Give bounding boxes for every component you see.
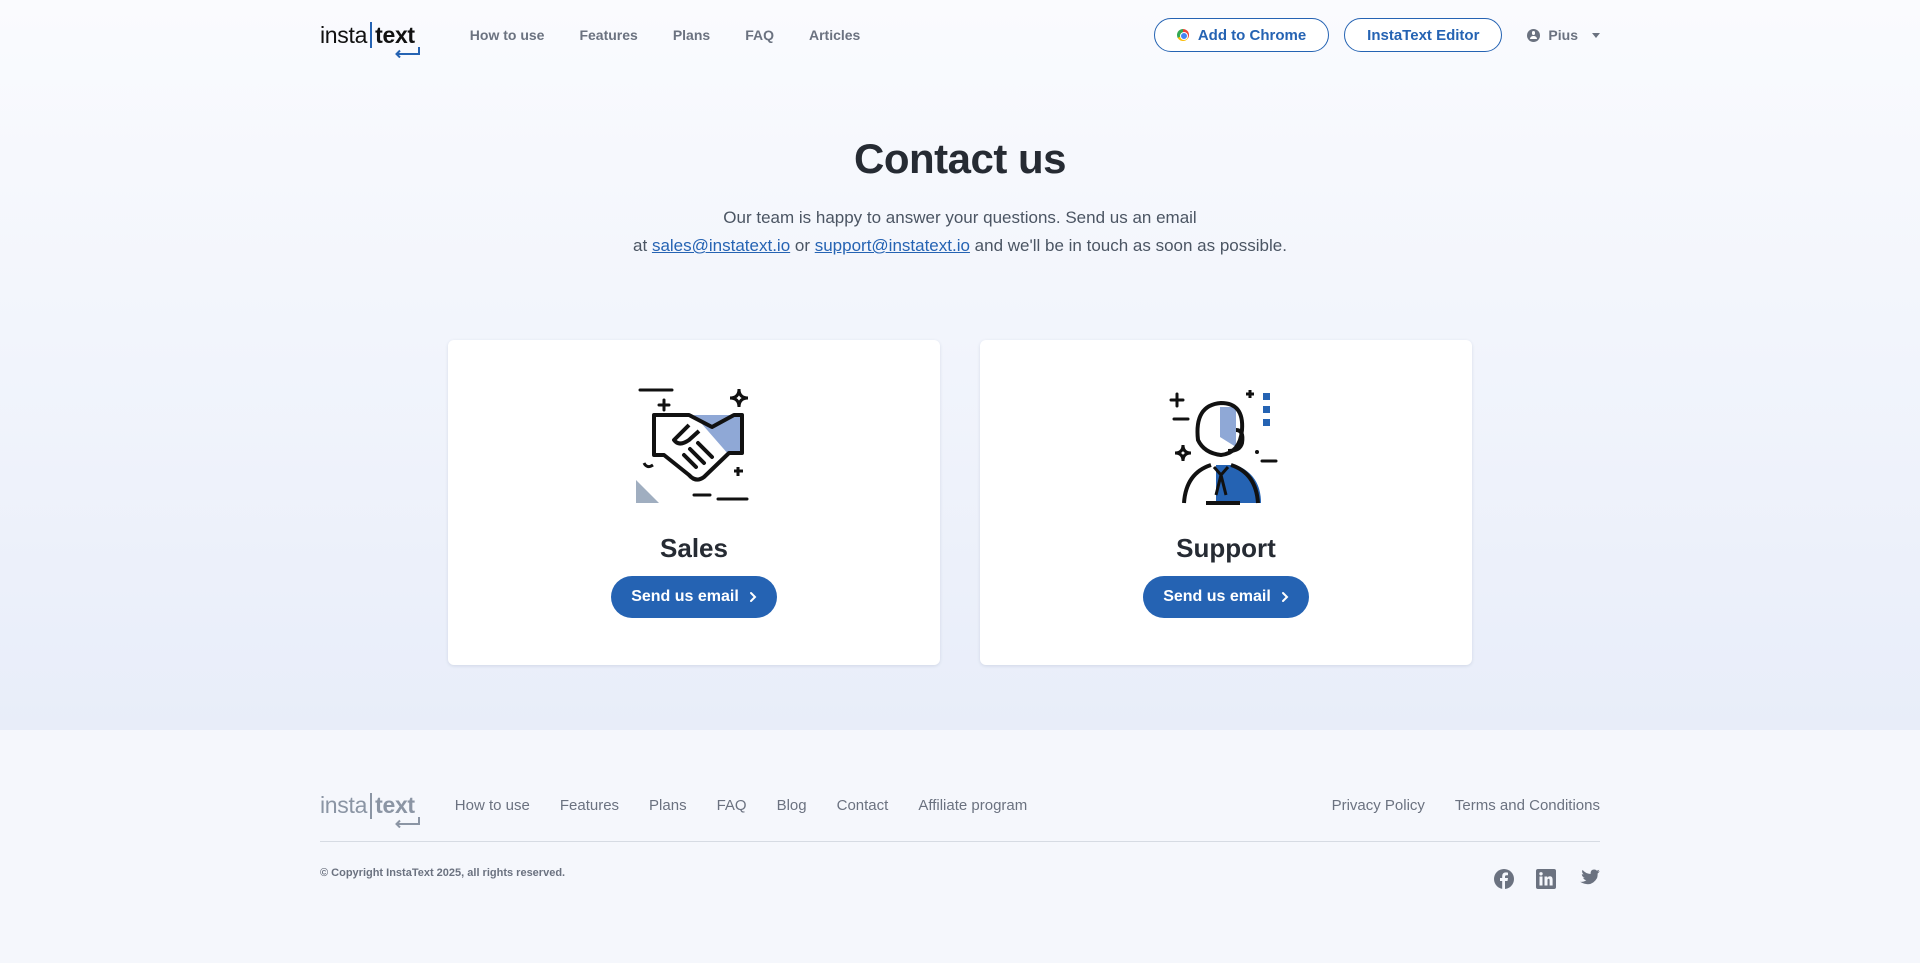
- logo-text-insta: insta: [320, 21, 368, 48]
- sales-card-title: Sales: [660, 533, 728, 563]
- support-card-title: Support: [1176, 533, 1276, 563]
- support-card: Support Send us email: [980, 340, 1472, 665]
- intro-suffix: and we'll be in touch as soon as possibl…: [969, 236, 1287, 255]
- intro-text: Our team is happy to answer your questio…: [0, 204, 1920, 260]
- support-email-link[interactable]: support@instatext.io: [815, 236, 970, 255]
- footer-logo-cursor: [370, 792, 373, 819]
- user-menu[interactable]: Pius: [1527, 27, 1600, 43]
- footer-row: insta text How to use Features Plans FAQ…: [320, 792, 1600, 828]
- logo-text-text: text: [375, 21, 415, 48]
- linkedin-icon[interactable]: [1536, 869, 1556, 894]
- logo[interactable]: insta text: [320, 21, 420, 58]
- chrome-icon: [1176, 29, 1189, 41]
- header-actions: Add to Chrome InstaText Editor Pius: [1139, 18, 1600, 52]
- logo-cursor: [370, 22, 373, 48]
- chevron-right-icon: [749, 592, 757, 602]
- intro-prefix: at: [633, 236, 652, 255]
- chevron-down-icon: [1592, 32, 1600, 38]
- sales-card: Sales Send us email: [448, 340, 940, 665]
- nav-articles[interactable]: Articles: [809, 27, 860, 43]
- sales-send-email-button[interactable]: Send us email: [611, 576, 777, 618]
- footer-logo-text-text: text: [375, 792, 415, 818]
- site-header: insta text How to use Features Plans FAQ…: [320, 0, 1600, 70]
- add-to-chrome-label: Add to Chrome: [1197, 26, 1307, 44]
- intro-or: or: [790, 236, 815, 255]
- intro-line-1: Our team is happy to answer your questio…: [723, 208, 1197, 227]
- footer-nav-faq[interactable]: FAQ: [717, 797, 747, 814]
- footer-logo-text-insta: insta: [320, 792, 368, 818]
- nav-features[interactable]: Features: [579, 27, 637, 43]
- page-title: Contact us: [853, 135, 1067, 182]
- nav-how-to-use[interactable]: How to use: [470, 27, 545, 43]
- footer-divider: [320, 841, 1600, 842]
- add-to-chrome-button[interactable]: Add to Chrome: [1153, 18, 1330, 52]
- nav-plans[interactable]: Plans: [673, 27, 710, 43]
- sales-email-link[interactable]: sales@instatext.io: [652, 236, 790, 255]
- user-name: Pius: [1548, 27, 1578, 43]
- support-send-email-button[interactable]: Send us email: [1143, 576, 1309, 618]
- enter-arrow-icon: [394, 817, 420, 828]
- terms-link[interactable]: Terms and Conditions: [1455, 797, 1600, 814]
- editor-button-label: InstaText Editor: [1367, 26, 1480, 44]
- support-agent-icon: [1169, 390, 1278, 505]
- intro-line-2: at sales@instatext.io or support@instate…: [0, 232, 1920, 260]
- support-button-label: Send us email: [1163, 588, 1271, 605]
- footer-nav-how-to-use[interactable]: How to use: [455, 797, 530, 814]
- footer-nav-plans[interactable]: Plans: [649, 797, 687, 814]
- footer-nav-affiliate[interactable]: Affiliate program: [918, 797, 1027, 814]
- footer-logo[interactable]: insta text: [320, 792, 420, 828]
- user-icon: [1527, 28, 1541, 42]
- footer-nav-features[interactable]: Features: [560, 797, 619, 814]
- sales-button-label: Send us email: [631, 588, 739, 605]
- main-nav: How to use Features Plans FAQ Articles: [470, 27, 896, 43]
- enter-arrow-icon: [394, 46, 420, 58]
- chevron-right-icon: [1281, 592, 1289, 602]
- footer-nav: How to use Features Plans FAQ Blog Conta…: [455, 797, 1057, 814]
- social-links: [1472, 869, 1600, 894]
- twitter-icon[interactable]: [1578, 869, 1600, 894]
- copyright: © Copyright InstaText 2025, all rights r…: [320, 867, 566, 879]
- facebook-icon[interactable]: [1494, 869, 1514, 894]
- footer-nav-blog[interactable]: Blog: [777, 797, 807, 814]
- instatext-editor-button[interactable]: InstaText Editor: [1344, 18, 1503, 52]
- footer-nav-contact[interactable]: Contact: [837, 797, 889, 814]
- footer-legal: Privacy Policy Terms and Conditions: [1302, 797, 1600, 814]
- nav-faq[interactable]: FAQ: [745, 27, 774, 43]
- footer-logo-text-wrap: text: [375, 792, 420, 828]
- hero-background: [0, 0, 1920, 730]
- site-footer: insta text How to use Features Plans FAQ…: [320, 730, 1600, 963]
- privacy-policy-link[interactable]: Privacy Policy: [1332, 797, 1425, 814]
- handshake-icon: [636, 388, 749, 503]
- logo-text-wrap: text: [375, 21, 420, 58]
